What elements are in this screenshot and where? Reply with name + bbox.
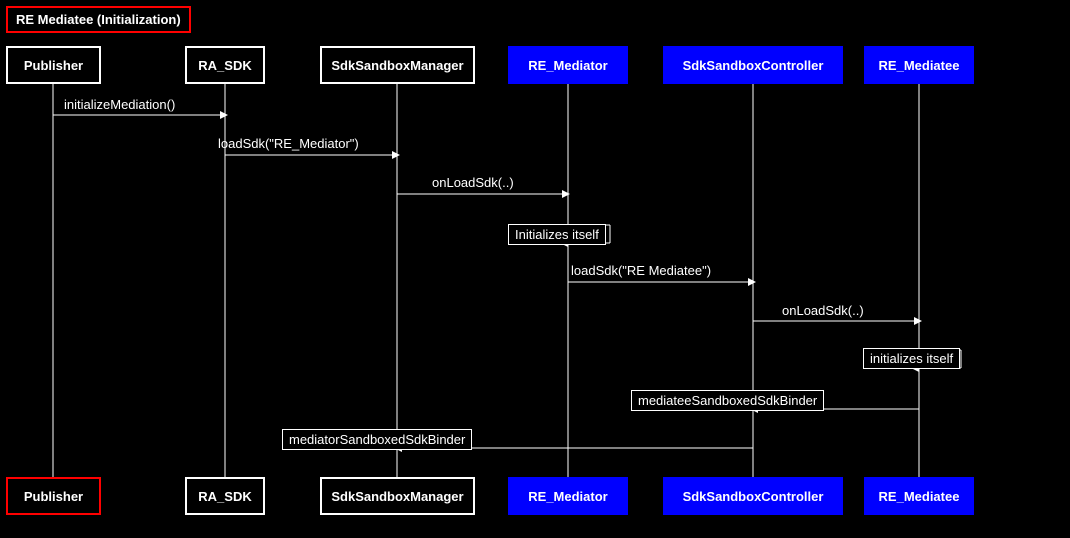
diagram: RE Mediatee (Initialization) (0, 0, 1070, 538)
diagram-title: RE Mediatee (Initialization) (6, 6, 191, 33)
footer-ra-sdk: RA_SDK (185, 477, 265, 515)
label-initializes-itself-1: Initializes itself (508, 224, 606, 245)
footer-re-mediator: RE_Mediator (508, 477, 628, 515)
label-initialize-mediation: initializeMediation() (64, 97, 175, 112)
header-re-mediatee: RE_Mediatee (864, 46, 974, 84)
label-load-sdk-re-mediatee: loadSdk("RE Mediatee") (571, 263, 711, 278)
label-mediatee-sandboxed-sdk-binder: mediateeSandboxedSdkBinder (631, 390, 824, 411)
label-on-load-sdk-2: onLoadSdk(..) (782, 303, 864, 318)
label-initializes-itself-2: initializes itself (863, 348, 960, 369)
header-re-mediator: RE_Mediator (508, 46, 628, 84)
label-on-load-sdk-1: onLoadSdk(..) (432, 175, 514, 190)
footer-re-mediatee: RE_Mediatee (864, 477, 974, 515)
header-sdksandboxcontroller: SdkSandboxController (663, 46, 843, 84)
label-load-sdk-re-mediator: loadSdk("RE_Mediator") (218, 136, 359, 151)
footer-publisher: Publisher (6, 477, 101, 515)
footer-sdksandboxmanager: SdkSandboxManager (320, 477, 475, 515)
header-sdksandboxmanager: SdkSandboxManager (320, 46, 475, 84)
footer-sdksandboxcontroller: SdkSandboxController (663, 477, 843, 515)
label-mediator-sandboxed-sdk-binder: mediatorSandboxedSdkBinder (282, 429, 472, 450)
header-ra-sdk: RA_SDK (185, 46, 265, 84)
header-publisher: Publisher (6, 46, 101, 84)
